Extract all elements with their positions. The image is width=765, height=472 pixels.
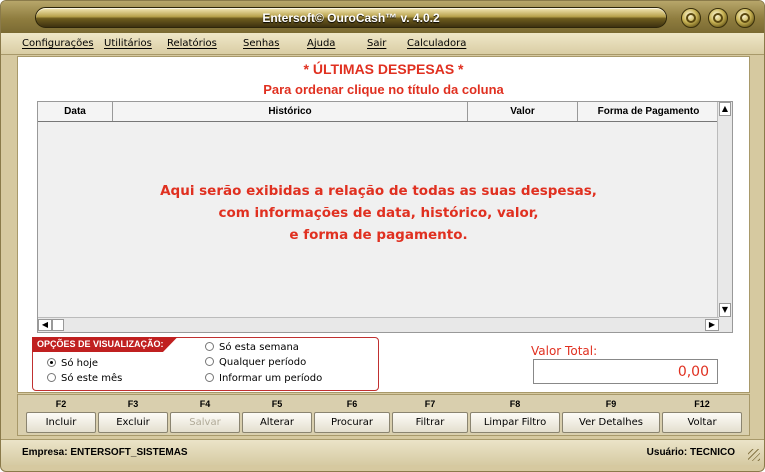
page-subtitle: Para ordenar clique no título da coluna: [263, 82, 504, 97]
minimize-icon: [686, 13, 696, 23]
radio-unchecked-icon: [47, 373, 56, 382]
app-window: Entersoft© OuroCash™ v. 4.0.2 Configuraç…: [0, 0, 765, 472]
column-header-forma-pagamento[interactable]: Forma de Pagamento: [578, 102, 719, 121]
radio-label: Qualquer período: [219, 357, 307, 368]
menu-ajuda[interactable]: Ajuda: [307, 38, 335, 49]
radio-label: Informar um período: [219, 373, 323, 384]
procurar-button[interactable]: Procurar: [314, 412, 390, 433]
radio-label: Só esta semana: [219, 342, 299, 353]
menu-configuracoes[interactable]: Configurações: [22, 38, 94, 49]
horizontal-scrollbar[interactable]: ◀ ▶: [38, 317, 719, 332]
fkey-label: F2: [55, 399, 67, 409]
radio-so-este-mes[interactable]: Só este mês: [47, 373, 122, 384]
close-icon: [740, 13, 750, 23]
scroll-up-icon[interactable]: ▲: [719, 102, 731, 116]
function-key-bar: F2 Incluir F3 Excluir F4 Salvar F5 Alter…: [17, 394, 750, 436]
radio-qualquer-periodo[interactable]: Qualquer período: [205, 357, 306, 368]
vertical-scrollbar[interactable]: ▲ ▼: [717, 102, 732, 332]
empty-message-line: com informações de data, histórico, valo…: [218, 205, 539, 221]
fkey-label: F7: [424, 399, 436, 409]
radio-so-esta-semana[interactable]: Só esta semana: [205, 342, 299, 353]
radio-so-hoje[interactable]: Só hoje: [47, 358, 98, 369]
resize-grip-icon[interactable]: [748, 449, 760, 461]
menu-senhas[interactable]: Senhas: [243, 38, 280, 49]
menu-calculadora[interactable]: Calculadora: [407, 38, 466, 49]
empty-table-message: Aqui serão exibidas a relação de todas a…: [38, 180, 719, 246]
menu-bar: Configurações Utilitários Relatórios Sen…: [1, 33, 764, 55]
radio-unchecked-icon: [205, 357, 214, 366]
fkey-label: F4: [199, 399, 211, 409]
empty-message-line: e forma de pagamento.: [289, 227, 468, 243]
filtrar-button[interactable]: Filtrar: [392, 412, 468, 433]
radio-checked-icon: [47, 358, 56, 367]
scroll-right-icon[interactable]: ▶: [705, 319, 719, 331]
limpar-filtro-button[interactable]: Limpar Filtro: [470, 412, 560, 433]
incluir-button[interactable]: Incluir: [26, 412, 96, 433]
scroll-thumb[interactable]: [52, 319, 64, 331]
radio-label: Só hoje: [61, 358, 99, 369]
title-pill: Entersoft© OuroCash™ v. 4.0.2: [35, 7, 667, 28]
excluir-button[interactable]: Excluir: [98, 412, 168, 433]
close-button[interactable]: [735, 8, 755, 28]
status-bar: Empresa: ENTERSOFT_SISTEMAS Usuário: TEC…: [1, 439, 764, 465]
expenses-table[interactable]: Data Histórico Valor Forma de Pagamento …: [37, 101, 733, 333]
fkey-label: F3: [127, 399, 139, 409]
total-value: 0,00: [533, 359, 718, 384]
empty-message-line: Aqui serão exibidas a relação de todas a…: [160, 183, 597, 199]
menu-utilitarios[interactable]: Utilitários: [104, 38, 152, 49]
radio-informar-periodo[interactable]: Informar um período: [205, 373, 322, 384]
view-options-title: OPÇÕES DE VISUALIZAÇÃO:: [32, 337, 178, 352]
main-panel: * ÚLTIMAS DESPESAS * Para ordenar clique…: [17, 56, 750, 393]
fkey-label: F9: [605, 399, 617, 409]
radio-unchecked-icon: [205, 342, 214, 351]
fkey-label: F12: [694, 399, 710, 409]
salvar-button[interactable]: Salvar: [170, 412, 240, 433]
total-label: Valor Total:: [531, 344, 598, 358]
radio-unchecked-icon: [205, 373, 214, 382]
ver-detalhes-button[interactable]: Ver Detalhes: [562, 412, 660, 433]
window-title: Entersoft© OuroCash™ v. 4.0.2: [262, 11, 440, 25]
menu-relatorios[interactable]: Relatórios: [167, 38, 217, 49]
page-title: * ÚLTIMAS DESPESAS *: [303, 61, 464, 77]
scroll-down-icon[interactable]: ▼: [719, 303, 731, 317]
fkey-label: F5: [271, 399, 283, 409]
minimize-button[interactable]: [681, 8, 701, 28]
column-header-data[interactable]: Data: [38, 102, 113, 121]
view-options-group: OPÇÕES DE VISUALIZAÇÃO: Só hoje Só este …: [32, 337, 379, 391]
radio-label: Só este mês: [61, 373, 123, 384]
column-header-historico[interactable]: Histórico: [113, 102, 468, 121]
title-bar[interactable]: Entersoft© OuroCash™ v. 4.0.2: [1, 1, 764, 33]
scroll-left-icon[interactable]: ◀: [38, 319, 52, 331]
menu-sair[interactable]: Sair: [367, 38, 386, 49]
status-usuario: Usuário: TECNICO: [646, 447, 735, 458]
fkey-label: F8: [509, 399, 521, 409]
table-header: Data Histórico Valor Forma de Pagamento: [38, 102, 719, 122]
status-empresa: Empresa: ENTERSOFT_SISTEMAS: [22, 447, 188, 458]
alterar-button[interactable]: Alterar: [242, 412, 312, 433]
maximize-icon: [713, 13, 723, 23]
maximize-button[interactable]: [708, 8, 728, 28]
fkey-label: F6: [346, 399, 358, 409]
column-header-valor[interactable]: Valor: [468, 102, 578, 121]
voltar-button[interactable]: Voltar: [662, 412, 742, 433]
